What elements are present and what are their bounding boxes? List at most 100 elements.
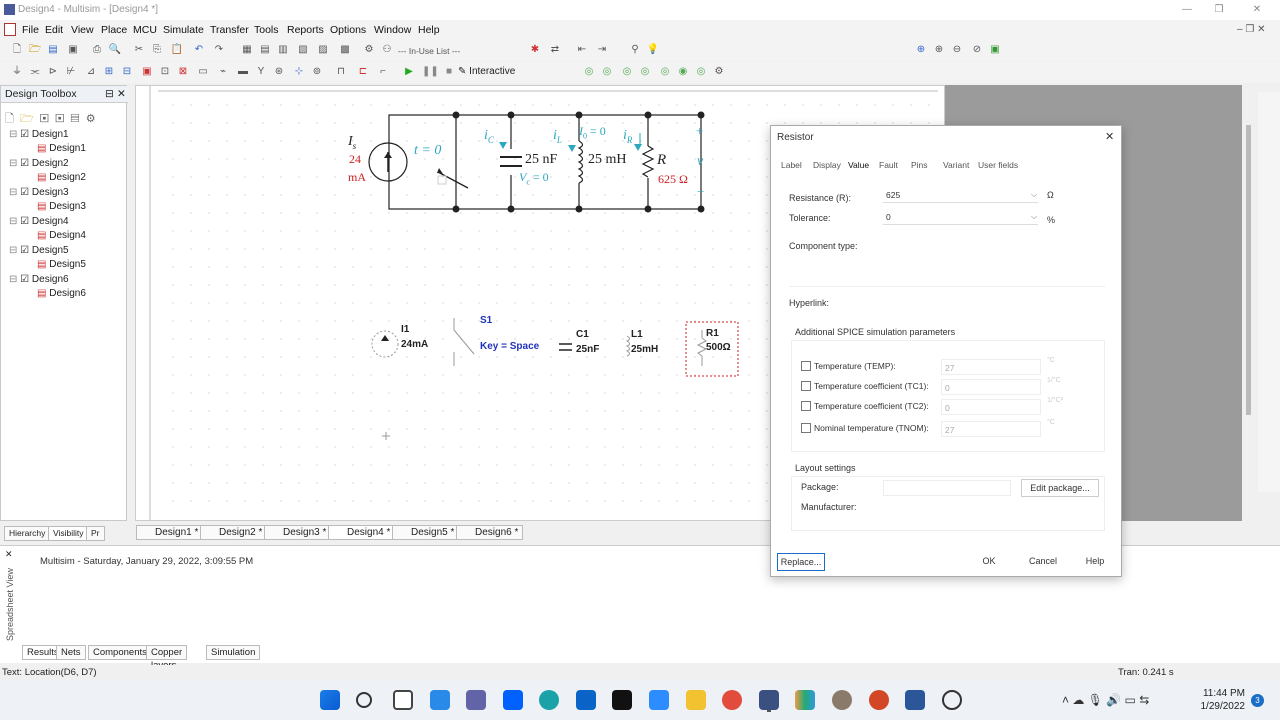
dialog-tab-user-fields[interactable]: User fields — [978, 160, 1018, 170]
dialog-tab-label[interactable]: Label — [781, 160, 802, 170]
new-icon[interactable]: 🗋 — [10, 43, 24, 57]
tree-design-1[interactable]: ⊟ ☑ Design1 — [9, 129, 69, 140]
design-tab-5[interactable]: Design5 * — [392, 525, 460, 540]
dropbox-icon[interactable] — [503, 690, 523, 710]
tree-sheet-4[interactable]: ▤ Design4 — [37, 230, 86, 241]
new-design-icon[interactable]: 🗋 — [5, 113, 14, 125]
menu-tools[interactable]: Tools — [254, 24, 279, 36]
spreadsheet-tab-nets[interactable]: Nets — [56, 645, 86, 660]
dialog-tab-value[interactable]: Value — [848, 160, 869, 170]
search-icon[interactable] — [356, 692, 372, 708]
connector-icon[interactable]: ⊚ — [310, 65, 324, 79]
paste-icon[interactable]: 📋 — [170, 43, 184, 57]
spreadsheet-tab-simulation[interactable]: Simulation — [206, 645, 261, 660]
edge-icon[interactable] — [539, 690, 559, 710]
menu-place[interactable]: Place — [101, 24, 127, 36]
settings-toolbox-icon[interactable]: ⚙ — [86, 113, 96, 125]
instrument-5-icon[interactable]: ◎ — [658, 65, 672, 79]
close-toolbox-icon[interactable]: ✕ — [117, 86, 126, 103]
checkbox-icon[interactable]: ☑ — [20, 129, 29, 140]
open-icon[interactable]: 🗁 — [28, 43, 42, 57]
menu-mcu[interactable]: MCU — [133, 24, 157, 36]
menu-simulate[interactable]: Simulate — [163, 24, 204, 36]
manufacturer-input[interactable] — [883, 500, 1083, 516]
widgets-icon[interactable] — [430, 690, 450, 710]
tree-sheet-5[interactable]: ▤ Design5 — [37, 259, 86, 270]
stop-icon[interactable]: ■ — [442, 65, 456, 79]
menu-options[interactable]: Options — [330, 24, 366, 36]
param-checkbox[interactable] — [801, 401, 811, 411]
gimp-icon[interactable] — [832, 690, 852, 710]
run-icon[interactable]: ▶ — [402, 65, 416, 79]
tree-collapse-icon[interactable]: ⊟ — [9, 216, 17, 227]
tree-sheet-6[interactable]: ▤ Design6 — [37, 288, 86, 299]
grid-icon[interactable]: ▦ — [240, 43, 254, 57]
save-design-icon[interactable]: ▣ — [40, 113, 49, 125]
menu-file[interactable]: File — [22, 24, 39, 36]
zoom-icon[interactable] — [649, 690, 669, 710]
tree-collapse-icon[interactable]: ⊟ — [9, 158, 17, 169]
multisim-icon[interactable]: ⚇ — [380, 43, 394, 57]
transfer-icon[interactable]: ⇄ — [548, 43, 562, 57]
mixed-icon[interactable]: ⊠ — [176, 65, 190, 79]
tree-collapse-icon[interactable]: ⊟ — [9, 274, 17, 285]
menu-view[interactable]: View — [71, 24, 94, 36]
settings-icon[interactable]: ⚙ — [712, 65, 726, 79]
explorer-icon[interactable] — [686, 690, 706, 710]
design-tab-1[interactable]: Design1 * — [136, 525, 204, 540]
bus-icon[interactable]: ⊏ — [356, 65, 370, 79]
help-button[interactable]: Help — [1073, 553, 1117, 571]
instrument-6-icon[interactable]: ◉ — [676, 65, 690, 79]
power-icon[interactable]: ⌁ — [216, 65, 230, 79]
zoom-fit-icon[interactable]: ⊘ — [970, 43, 984, 57]
spreadsheet-close-icon[interactable]: ✕ — [5, 549, 13, 560]
mdi-controls[interactable]: – ❐ ✕ — [1237, 24, 1265, 35]
advanced-peripherals-icon[interactable]: ⊡ — [158, 65, 172, 79]
menu-window[interactable]: Window — [374, 24, 411, 36]
rf-icon[interactable]: Y — [254, 65, 268, 79]
zoom-area-icon[interactable]: ⊕ — [914, 43, 928, 57]
cmos-icon[interactable]: ⊟ — [120, 65, 134, 79]
design-tab-3[interactable]: Design3 * — [264, 525, 332, 540]
tree-collapse-icon[interactable]: ⊟ — [9, 245, 17, 256]
instrument-2-icon[interactable]: ◎ — [600, 65, 614, 79]
tree-sheet-2[interactable]: ▤ Design2 — [37, 172, 86, 183]
cut-icon[interactable]: ✂ — [132, 43, 146, 57]
dialog-tab-variant[interactable]: Variant — [943, 160, 969, 170]
dialog-tab-pins[interactable]: Pins — [911, 160, 928, 170]
clock[interactable]: 11:44 PM 1/29/2022 — [1200, 687, 1246, 713]
tree-collapse-icon[interactable]: ⊟ — [9, 129, 17, 140]
settings-task-icon[interactable] — [942, 690, 962, 710]
tree-collapse-icon[interactable]: ⊟ — [9, 187, 17, 198]
ni-icon[interactable]: ⊹ — [292, 65, 306, 79]
design-tab-6[interactable]: Design6 * — [456, 525, 524, 540]
menu-help[interactable]: Help — [418, 24, 440, 36]
tolerance-dropdown-icon[interactable]: ⌵ — [1031, 212, 1037, 222]
zoom-page-icon[interactable]: ▣ — [988, 43, 1002, 57]
diode-icon[interactable]: ⊳ — [46, 65, 60, 79]
design-tab-4[interactable]: Design4 * — [328, 525, 396, 540]
dialog-tab-display[interactable]: Display — [813, 160, 841, 170]
scrollbar-thumb[interactable] — [1246, 125, 1251, 415]
copy-icon[interactable]: ⎘ — [150, 43, 164, 57]
powerpoint-icon[interactable] — [869, 690, 889, 710]
multisim-task-icon[interactable] — [759, 690, 779, 710]
edit-package-button[interactable]: Edit package... — [1021, 479, 1099, 497]
tree-design-6[interactable]: ⊟ ☑ Design6 — [9, 274, 69, 285]
print-preview-icon[interactable]: 🔍 — [108, 43, 122, 57]
postprocessor-icon[interactable]: ▨ — [316, 43, 330, 57]
database-icon[interactable]: ▩ — [338, 43, 352, 57]
ttl-icon[interactable]: ⊞ — [102, 65, 116, 79]
menu-reports[interactable]: Reports — [287, 24, 324, 36]
mail-icon[interactable] — [576, 690, 596, 710]
wire-icon[interactable]: ⌐ — [376, 65, 390, 79]
chrome-icon[interactable] — [722, 690, 742, 710]
redo-icon[interactable]: ↷ — [212, 43, 226, 57]
office-icon[interactable] — [795, 690, 815, 710]
source-icon[interactable]: ⏚ — [10, 65, 24, 79]
param-input[interactable]: 27 — [941, 421, 1041, 437]
word-icon[interactable] — [905, 690, 925, 710]
tree-sheet-1[interactable]: ▤ Design1 — [37, 143, 86, 154]
grapher-icon[interactable]: ▧ — [296, 43, 310, 57]
instrument-4-icon[interactable]: ◎ — [638, 65, 652, 79]
